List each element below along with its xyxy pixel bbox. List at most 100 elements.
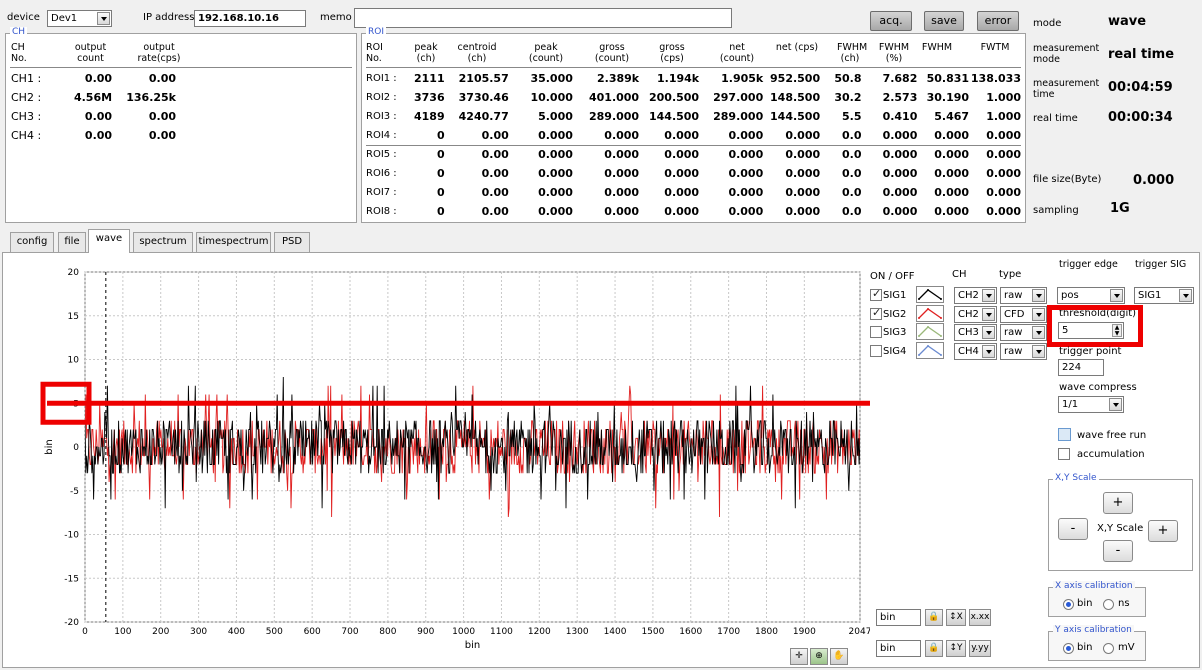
roi-row: ROI5 :0 0.00 0.000 0.000 0.000 0.000 0.000 0.0 0… <box>366 145 1021 164</box>
device-select[interactable]: Dev1 <box>47 10 112 27</box>
trigger-edge-label: trigger edge <box>1059 259 1118 270</box>
sig1-type-select[interactable]: raw <box>1000 287 1047 304</box>
save-button[interactable]: save <box>924 11 964 31</box>
roi-cell: 0.000 <box>934 148 970 161</box>
wave-compress-select[interactable]: 1/1 <box>1058 396 1124 413</box>
roi-panel-title: ROI <box>366 27 386 37</box>
y-calib-bin-radio[interactable] <box>1063 643 1074 654</box>
roi-cell: 5.000 <box>538 110 573 123</box>
y-autoscale-icon[interactable]: ↕Y <box>946 640 966 657</box>
roi-header-3: peak (count) <box>528 42 564 64</box>
sig2-ch-select[interactable]: CH2 <box>954 306 997 323</box>
x-calib-ns-radio[interactable] <box>1103 599 1114 610</box>
roi-cell: 0.000 <box>664 148 700 161</box>
tab-timespectrum[interactable]: timespectrum <box>196 232 271 252</box>
sig4-type-select[interactable]: raw <box>1000 343 1047 360</box>
roi-cell: ROI6 : <box>366 168 397 179</box>
y-tick-label: 20 <box>68 268 80 278</box>
error-button[interactable]: error <box>977 11 1019 31</box>
roi-cell: 0.000 <box>934 205 970 218</box>
roi-cell: 0.000 <box>664 167 700 180</box>
roi-cell: 5.467 <box>934 110 970 123</box>
y-tick-label: -10 <box>64 531 79 541</box>
real-time-value: 00:00:34 <box>1108 110 1173 125</box>
x-scale-minus-button[interactable]: - <box>1058 518 1088 540</box>
y-scale-plus-button[interactable]: + <box>1103 492 1133 514</box>
roi-cell: 0.00 <box>481 205 509 218</box>
sig3-ch-select[interactable]: CH3 <box>954 324 997 341</box>
ip-label: IP address <box>143 12 195 23</box>
sig3-ch-value: CH3 <box>958 327 979 338</box>
sig2-type-select[interactable]: CFD <box>1000 306 1047 323</box>
trigger-sig-select[interactable]: SIG1 <box>1134 287 1194 304</box>
y-scale-minus-button[interactable]: - <box>1103 540 1133 562</box>
zoom-icon[interactable]: ⊕ <box>810 648 828 665</box>
accumulation-checkbox[interactable] <box>1058 448 1070 460</box>
x-autoscale-icon[interactable]: ↕X <box>946 609 966 626</box>
roi-cell: 0.00 <box>481 186 509 199</box>
roi-cell: 144.500 <box>770 110 821 123</box>
tab-spectrum[interactable]: spectrum <box>133 232 193 252</box>
tab-config[interactable]: config <box>10 232 54 252</box>
roi-cell: 35.000 <box>530 72 573 85</box>
x-tick-label: 1400 <box>604 627 627 637</box>
roi-row: ROI8 :0 0.00 0.000 0.000 0.000 0.000 0.000 0.0 0… <box>366 202 1021 221</box>
x-scale-plus-button[interactable]: + <box>1148 520 1178 542</box>
tab-psd[interactable]: PSD <box>274 232 310 252</box>
ch-header-divider <box>10 67 352 68</box>
ch-cell-rate: 0.00 <box>148 110 176 123</box>
tab-wave[interactable]: wave <box>88 229 130 253</box>
sig3-type-select[interactable]: raw <box>1000 324 1047 341</box>
roi-cell: 0.000 <box>664 129 700 142</box>
sig1-ch-value: CH2 <box>958 290 979 301</box>
roi-cell: 0.00 <box>481 129 509 142</box>
lock-icon[interactable]: 🔒 <box>925 640 943 657</box>
x-calib-bin-radio[interactable] <box>1063 599 1074 610</box>
roi-header-9: FWHM (%) <box>878 42 910 64</box>
chevron-down-icon <box>1032 289 1045 302</box>
acq-button[interactable]: acq. <box>870 11 912 31</box>
sig1-wave-icon <box>916 286 944 303</box>
roi-cell: 50.8 <box>834 72 862 85</box>
roi-cell: 0.000 <box>664 186 700 199</box>
ch-cell-name: CH1 : <box>11 72 42 85</box>
y-format-icon[interactable]: y.yy <box>969 640 991 657</box>
sig4-label: SIG4 <box>883 346 907 357</box>
x-format-icon[interactable]: x.xx <box>969 609 991 626</box>
sig1-checkbox[interactable] <box>870 287 882 301</box>
x-tick-label: 200 <box>152 627 169 637</box>
wave-free-run-checkbox[interactable] <box>1058 428 1071 441</box>
sig4-checkbox[interactable] <box>870 345 882 357</box>
trigger-sig-label: trigger SIG <box>1135 259 1187 270</box>
chevron-down-icon <box>982 289 995 302</box>
trigger-edge-select[interactable]: pos <box>1057 287 1125 304</box>
chevron-down-icon <box>1032 326 1045 339</box>
wave-chart[interactable]: 20151050-5-10-15-20010020030040050060070… <box>40 262 870 662</box>
sig2-checkbox[interactable] <box>870 306 882 320</box>
mode-label: mode <box>1033 18 1062 29</box>
roi-header-11: FWTM <box>980 42 1010 53</box>
y-tick-label: -20 <box>64 618 79 628</box>
x-tick-label: 700 <box>341 627 358 637</box>
trigger-point-input[interactable]: 224 <box>1058 359 1104 376</box>
roi-cell: 30.190 <box>926 91 970 104</box>
sig3-checkbox[interactable] <box>870 326 882 338</box>
x-tick-label: 1900 <box>793 627 816 637</box>
cursor-icon[interactable]: ✛ <box>790 648 808 665</box>
roi-cell: 0.000 <box>604 129 640 142</box>
ch-row: CH4 : 0.00 0.00 <box>11 126 176 145</box>
sampling-value: 1G <box>1110 201 1130 216</box>
roi-cell: 0.000 <box>728 186 764 199</box>
roi-cell: 0.000 <box>882 186 918 199</box>
roi-cell: 0.000 <box>986 148 1021 161</box>
roi-header-2: centroid (ch) <box>457 42 497 64</box>
lock-icon[interactable]: 🔒 <box>925 609 943 626</box>
tab-file[interactable]: file <box>58 232 86 252</box>
sig1-ch-select[interactable]: CH2 <box>954 287 997 304</box>
y-calib-mv-radio[interactable] <box>1103 643 1114 654</box>
memo-field[interactable] <box>354 8 732 28</box>
pan-hand-icon[interactable]: ✋ <box>830 648 848 665</box>
ip-field[interactable]: 192.168.10.16 <box>194 10 306 27</box>
sig2-type-value: CFD <box>1004 309 1025 320</box>
sig4-ch-select[interactable]: CH4 <box>954 343 997 360</box>
